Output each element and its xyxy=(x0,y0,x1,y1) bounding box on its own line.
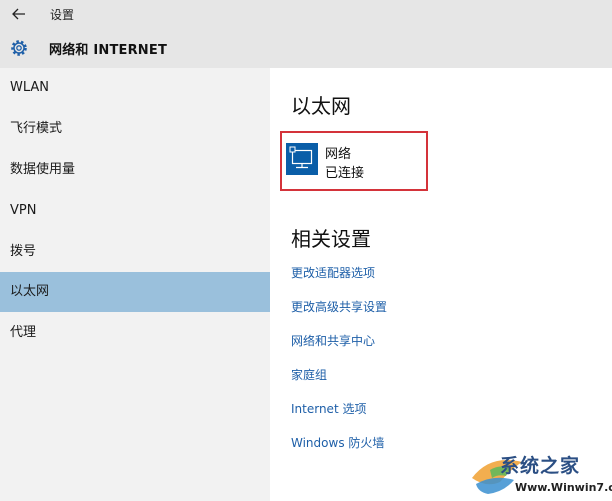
page-title: 网络和 INTERNET xyxy=(49,43,168,58)
sidebar-item-wlan[interactable]: WLAN xyxy=(0,68,270,108)
network-name: 网络 xyxy=(325,147,352,162)
sidebar-item-data-usage[interactable]: 数据使用量 xyxy=(0,150,270,190)
link-change-adapter-options[interactable]: 更改适配器选项 xyxy=(291,264,375,281)
sidebar-item-dialup[interactable]: 拨号 xyxy=(0,232,270,272)
link-internet-options[interactable]: Internet 选项 xyxy=(291,400,366,417)
network-item[interactable]: 网络 已连接 xyxy=(280,131,428,191)
sidebar-item-proxy[interactable]: 代理 xyxy=(0,313,270,353)
section-title: 以太网 xyxy=(291,94,351,118)
link-homegroup[interactable]: 家庭组 xyxy=(291,366,327,383)
back-arrow-icon xyxy=(12,8,25,20)
watermark-text: 系统之家 xyxy=(500,455,581,477)
network-status: 已连接 xyxy=(325,166,365,181)
link-advanced-sharing[interactable]: 更改高级共享设置 xyxy=(291,298,387,315)
title-bar: 设置 网络和 INTERNET xyxy=(0,0,612,68)
ethernet-icon xyxy=(286,143,318,175)
sidebar: WLAN 飞行模式 数据使用量 VPN 拨号 以太网 代理 xyxy=(0,68,270,501)
sidebar-item-vpn[interactable]: VPN xyxy=(0,191,270,231)
related-settings-title: 相关设置 xyxy=(291,227,371,251)
gear-icon xyxy=(11,40,27,56)
sidebar-item-airplane-mode[interactable]: 飞行模式 xyxy=(0,109,270,149)
back-button[interactable] xyxy=(6,3,32,25)
main-content: 以太网 网络 已连接 相关设置 更改适配器选项 更改高级共享设置 网络和共享中心… xyxy=(270,68,612,501)
link-windows-firewall[interactable]: Windows 防火墙 xyxy=(291,434,384,451)
watermark-url: Www.Winwin7.com xyxy=(515,481,612,494)
sidebar-item-ethernet[interactable]: 以太网 xyxy=(0,272,270,312)
link-network-sharing-center[interactable]: 网络和共享中心 xyxy=(291,332,375,349)
window-title: 设置 xyxy=(50,8,75,22)
